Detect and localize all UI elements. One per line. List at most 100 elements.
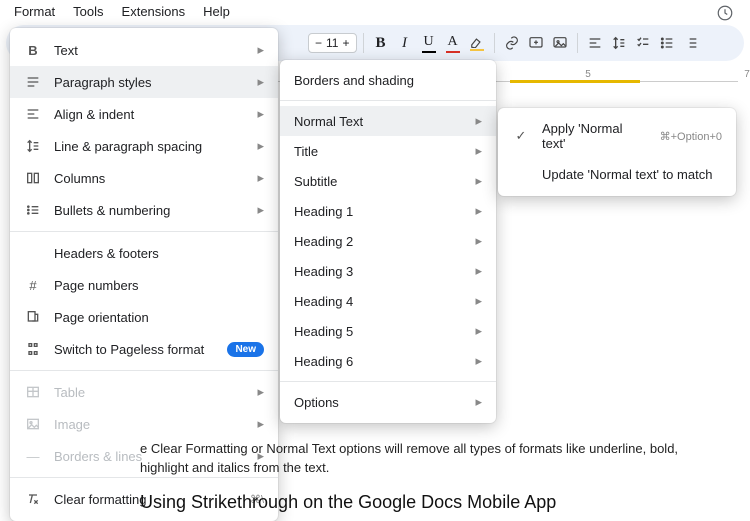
chevron-right-icon: ▸ <box>257 106 264 122</box>
spacing-icon <box>24 137 42 155</box>
document-heading-text: Using Strikethrough on the Google Docs M… <box>140 492 700 513</box>
menu-item-text[interactable]: B Text ▸ <box>10 34 278 66</box>
normal-text-menu: ✓ Apply 'Normal text' ⌘+Option+0 Update … <box>498 108 736 196</box>
separator <box>363 33 364 53</box>
chevron-right-icon: ▸ <box>475 203 482 219</box>
line-spacing-button[interactable] <box>608 32 630 54</box>
menu-item-label: Apply 'Normal text' <box>542 121 638 151</box>
minus-icon[interactable]: − <box>315 36 322 50</box>
menu-item-label: Paragraph styles <box>54 75 245 90</box>
menu-item-image: Image ▸ <box>10 408 278 440</box>
italic-button[interactable]: I <box>394 32 416 54</box>
chevron-right-icon: ▸ <box>257 384 264 400</box>
check-icon: ✓ <box>512 127 530 145</box>
menu-item-label: Options <box>294 395 463 410</box>
menu-item-label: Page numbers <box>54 278 264 293</box>
menu-item-options[interactable]: Options ▸ <box>280 387 496 417</box>
chevron-right-icon: ▸ <box>257 202 264 218</box>
font-size-value: 11 <box>326 36 338 50</box>
menu-item-borders-shading[interactable]: Borders and shading <box>280 66 496 95</box>
menu-format[interactable]: Format <box>14 4 55 19</box>
menu-item-label: Heading 5 <box>294 324 463 339</box>
menu-item-label: Line & paragraph spacing <box>54 139 245 154</box>
menu-help[interactable]: Help <box>203 4 230 19</box>
table-icon <box>24 383 42 401</box>
menu-item-heading1[interactable]: Heading 1 ▸ <box>280 196 496 226</box>
underline-button[interactable]: U <box>418 32 440 54</box>
ruler-label: 5 <box>585 69 591 80</box>
font-size-control[interactable]: − 11 + <box>308 33 357 53</box>
menu-item-heading6[interactable]: Heading 6 ▸ <box>280 346 496 376</box>
menu-item-heading3[interactable]: Heading 3 ▸ <box>280 256 496 286</box>
chevron-right-icon: ▸ <box>475 173 482 189</box>
chevron-right-icon: ▸ <box>475 113 482 129</box>
separator <box>494 33 495 53</box>
activity-icon[interactable] <box>716 4 734 22</box>
menu-tools[interactable]: Tools <box>73 4 103 19</box>
plus-icon[interactable]: + <box>342 36 349 50</box>
menubar: Format Tools Extensions Help <box>0 0 750 25</box>
document-body-text: e Clear Formatting or Normal Text option… <box>140 440 700 478</box>
menu-item-switch-pageless[interactable]: Switch to Pageless format New <box>10 333 278 365</box>
text-color-button[interactable]: A <box>442 32 464 54</box>
chevron-right-icon: ▸ <box>257 138 264 154</box>
menu-item-label: Text <box>54 43 245 58</box>
menu-item-page-orientation[interactable]: Page orientation <box>10 301 278 333</box>
menu-item-columns[interactable]: Columns ▸ <box>10 162 278 194</box>
chevron-right-icon: ▸ <box>257 42 264 58</box>
separator <box>577 33 578 53</box>
menu-item-label: Headers & footers <box>54 246 264 261</box>
chevron-right-icon: ▸ <box>257 170 264 186</box>
blank-icon <box>512 165 530 183</box>
chevron-right-icon: ▸ <box>475 233 482 249</box>
menu-item-bullets-numbering[interactable]: Bullets & numbering ▸ <box>10 194 278 226</box>
menu-item-update-normal[interactable]: Update 'Normal text' to match <box>498 158 736 190</box>
menu-item-paragraph-styles[interactable]: Paragraph styles ▸ <box>10 66 278 98</box>
menu-item-table: Table ▸ <box>10 376 278 408</box>
add-comment-button[interactable] <box>525 32 547 54</box>
ruler-label: 7 <box>744 69 750 80</box>
clear-format-icon <box>24 490 42 508</box>
insert-image-button[interactable] <box>549 32 571 54</box>
paragraph-icon <box>24 73 42 91</box>
menu-item-normal-text[interactable]: Normal Text ▸ <box>280 106 496 136</box>
numbered-list-button[interactable] <box>680 32 702 54</box>
checklist-button[interactable] <box>632 32 654 54</box>
new-badge: New <box>227 342 264 357</box>
menu-item-label: Bullets & numbering <box>54 203 245 218</box>
insert-link-button[interactable] <box>501 32 523 54</box>
bold-button[interactable]: B <box>370 32 392 54</box>
bulleted-list-button[interactable] <box>656 32 678 54</box>
menu-item-label: Heading 3 <box>294 264 463 279</box>
menu-item-line-spacing[interactable]: Line & paragraph spacing ▸ <box>10 130 278 162</box>
menu-item-heading4[interactable]: Heading 4 ▸ <box>280 286 496 316</box>
menu-item-label: Align & indent <box>54 107 245 122</box>
menu-item-heading2[interactable]: Heading 2 ▸ <box>280 226 496 256</box>
menu-item-apply-normal[interactable]: ✓ Apply 'Normal text' ⌘+Option+0 <box>498 114 736 158</box>
align-button[interactable] <box>584 32 606 54</box>
menu-item-page-numbers[interactable]: # Page numbers <box>10 269 278 301</box>
menu-item-label: Heading 1 <box>294 204 463 219</box>
menu-item-title[interactable]: Title ▸ <box>280 136 496 166</box>
menu-item-label: Table <box>54 385 245 400</box>
pageless-icon <box>24 340 42 358</box>
highlight-button[interactable] <box>466 32 488 54</box>
menu-item-align-indent[interactable]: Align & indent ▸ <box>10 98 278 130</box>
align-icon <box>24 105 42 123</box>
menu-item-label: Switch to Pageless format <box>54 342 215 357</box>
chevron-right-icon: ▸ <box>475 143 482 159</box>
menu-item-heading5[interactable]: Heading 5 ▸ <box>280 316 496 346</box>
chevron-right-icon: ▸ <box>475 323 482 339</box>
chevron-right-icon: ▸ <box>257 74 264 90</box>
list-icon <box>24 201 42 219</box>
menu-item-label: Subtitle <box>294 174 463 189</box>
menu-extensions[interactable]: Extensions <box>122 4 186 19</box>
menu-item-headers-footers[interactable]: Headers & footers <box>10 237 278 269</box>
menu-item-label: Heading 6 <box>294 354 463 369</box>
menu-item-label: Borders and shading <box>294 73 482 88</box>
menu-item-subtitle[interactable]: Subtitle ▸ <box>280 166 496 196</box>
chevron-right-icon: ▸ <box>475 293 482 309</box>
blank-icon <box>24 244 42 262</box>
menu-item-label: Title <box>294 144 463 159</box>
menu-item-label: Columns <box>54 171 245 186</box>
